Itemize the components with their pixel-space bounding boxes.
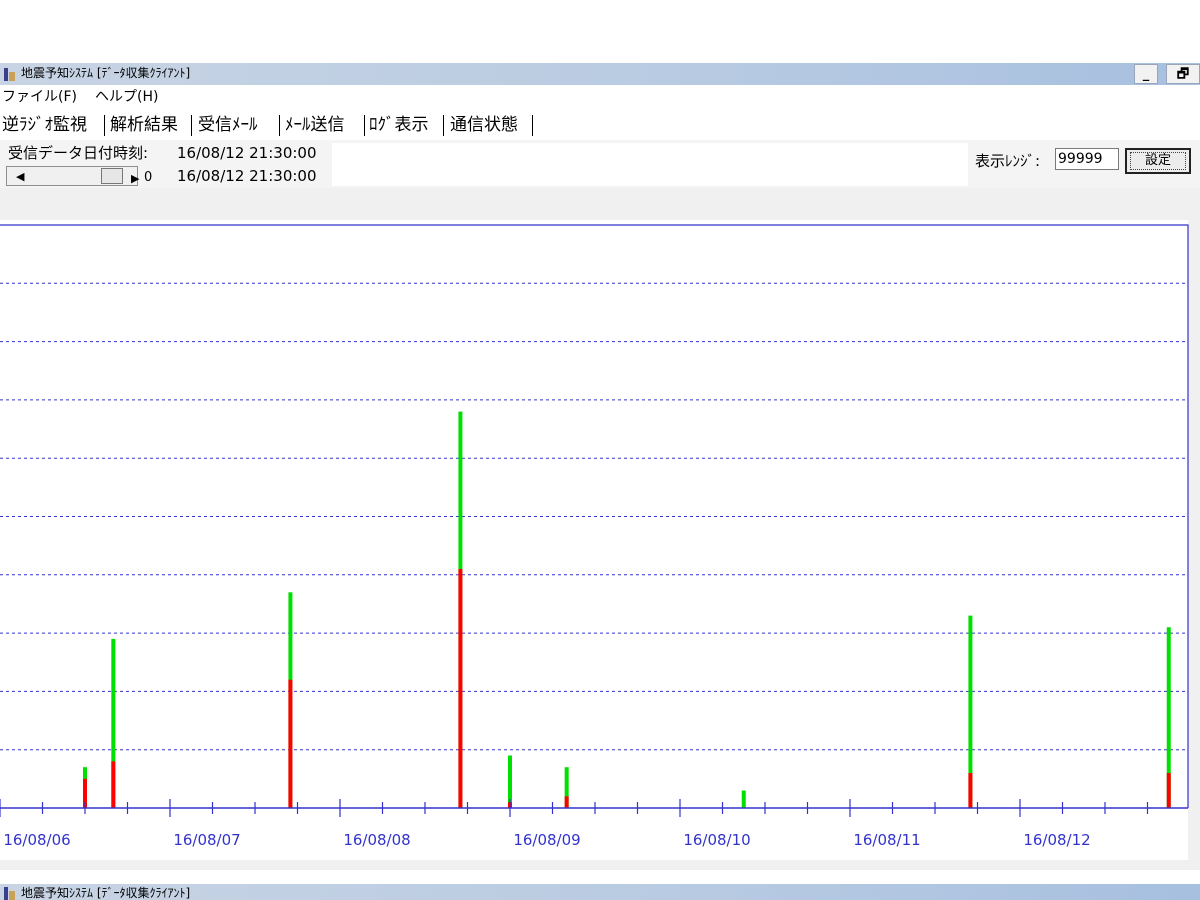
tab-divider: [104, 115, 105, 136]
red-bar: [111, 761, 116, 808]
tab-divider: [191, 115, 192, 136]
window-bottom-edge: [0, 870, 1200, 884]
tab-send-mail[interactable]: ﾒｰﾙ送信: [285, 115, 345, 135]
red-bar: [458, 568, 463, 808]
x-tick-label: 16/08/07: [173, 831, 240, 849]
tab-divider: [443, 115, 444, 136]
second-window-title: 地震予知ｼｽﾃﾑ [ﾃﾞｰﾀ収集ｸﾗｲｱﾝﾄ]: [21, 886, 191, 900]
slider-value: 0: [144, 170, 153, 185]
app-icon: [3, 66, 17, 82]
menu-bar: ファイル(F) ヘルプ(H): [0, 86, 1200, 108]
tab-divider: [532, 115, 533, 136]
x-tick-label: 16/08/11: [853, 831, 920, 849]
red-bar: [1166, 773, 1171, 808]
green-bar: [741, 790, 746, 808]
slider-right-icon[interactable]: ▶: [131, 173, 139, 185]
tab-bar: 逆ﾗｼﾞｵ監視 解析結果 受信ﾒｰﾙ ﾒｰﾙ送信 ﾛｸﾞ表示 通信状態: [0, 110, 1200, 140]
x-tick-label: 16/08/09: [513, 831, 580, 849]
slider-left-icon[interactable]: ◀: [16, 171, 24, 183]
x-tick-label: 16/08/12: [1023, 831, 1090, 849]
time-slider[interactable]: ◀ ▶: [6, 166, 139, 186]
app-icon: [3, 885, 17, 900]
tab-comm-status[interactable]: 通信状態: [450, 115, 518, 135]
slider-time: 16/08/12 21:30:00: [177, 167, 317, 185]
received-value: 16/08/12 21:30:00: [177, 144, 317, 162]
restore-button[interactable]: 🗗: [1166, 64, 1200, 84]
red-bar: [564, 796, 569, 808]
tab-inbox[interactable]: 受信ﾒｰﾙ: [198, 115, 258, 135]
x-tick-label: 16/08/10: [683, 831, 750, 849]
slider-thumb[interactable]: [101, 168, 123, 184]
x-tick-label: 16/08/08: [343, 831, 410, 849]
range-input[interactable]: 99999: [1055, 148, 1119, 170]
minimize-button[interactable]: _: [1134, 64, 1158, 84]
tab-analysis[interactable]: 解析結果: [110, 115, 178, 135]
tab-divider: [279, 115, 280, 136]
set-button-label: 設定: [1130, 152, 1186, 170]
second-window-titlebar: 地震予知ｼｽﾃﾑ [ﾃﾞｰﾀ収集ｸﾗｲｱﾝﾄ]: [0, 884, 1200, 900]
activity-chart: 16/08/06 16/08/07 16/08/08 16/08/09 16/08/10…: [0, 220, 1189, 860]
menu-help[interactable]: ヘルプ(H): [95, 89, 158, 105]
window-titlebar: 地震予知ｼｽﾃﾑ [ﾃﾞｰﾀ収集ｸﾗｲｱﾝﾄ] _ 🗗: [0, 63, 1200, 85]
tab-reverse-radio[interactable]: 逆ﾗｼﾞｵ監視: [2, 115, 87, 135]
info-panel: [332, 143, 968, 186]
received-label: 受信データ日付時刻:: [8, 144, 149, 162]
tab-log[interactable]: ﾛｸﾞ表示: [369, 115, 429, 135]
red-bar: [288, 679, 293, 808]
x-tick-label: 16/08/06: [3, 831, 70, 849]
set-button[interactable]: 設定: [1125, 148, 1191, 174]
plot-area: [0, 220, 1188, 860]
tab-divider: [364, 115, 365, 136]
menu-file[interactable]: ファイル(F): [2, 89, 77, 105]
range-label: 表示ﾚﾝｼﾞ:: [975, 152, 1041, 170]
window-title: 地震予知ｼｽﾃﾑ [ﾃﾞｰﾀ収集ｸﾗｲｱﾝﾄ]: [21, 66, 191, 80]
red-bar: [968, 773, 973, 808]
